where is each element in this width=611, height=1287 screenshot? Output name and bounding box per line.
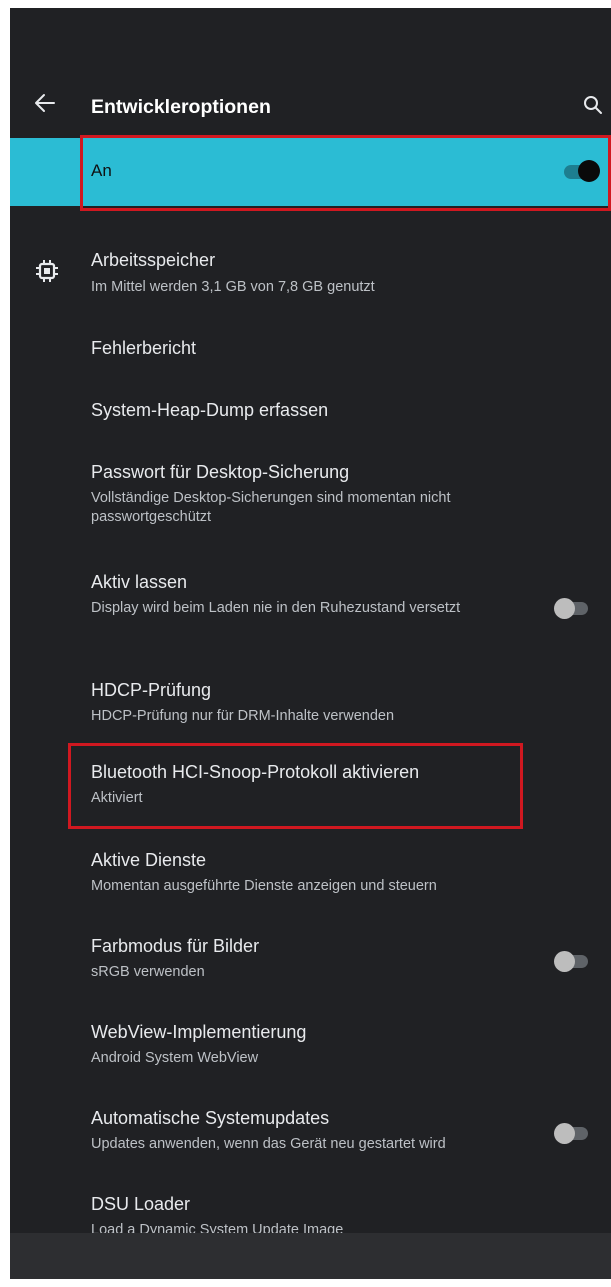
setting-title: Automatische Systemupdates: [91, 1108, 330, 1128]
setting-item-bug-report[interactable]: Fehlerbericht: [10, 326, 611, 376]
setting-item-hdcp[interactable]: HDCP-Prüfung HDCP-Prüfung nur für DRM-In…: [10, 672, 611, 736]
setting-subtitle: Aktiviert: [91, 790, 143, 806]
setting-item-memory[interactable]: Arbeitsspeicher Im Mittel werden 3,1 GB …: [10, 240, 611, 304]
setting-item-bluetooth-hci-snoop[interactable]: Bluetooth HCI-Snoop-Protokoll aktivieren…: [10, 756, 611, 820]
setting-subtitle: Load a Dynamic System Update Image: [91, 1222, 344, 1233]
top-app-bar: Entwickleroptionen: [10, 8, 611, 138]
switch-thumb: [554, 1123, 575, 1144]
setting-item-backup-password[interactable]: Passwort für Desktop-Sicherung Vollständ…: [10, 454, 611, 538]
setting-subtitle: Im Mittel werden 3,1 GB von 7,8 GB genut…: [91, 279, 375, 295]
switch-thumb: [554, 598, 575, 619]
setting-subtitle: Android System WebView: [91, 1050, 259, 1066]
page-title: Entwickleroptionen: [91, 96, 271, 118]
setting-item-webview[interactable]: WebView-Implementierung Android System W…: [10, 1016, 611, 1080]
setting-title: DSU Loader: [91, 1194, 191, 1214]
setting-title: Arbeitsspeicher: [91, 250, 216, 270]
setting-subtitle: Display wird beim Laden nie in den Ruhez…: [91, 600, 461, 616]
setting-title: Aktiv lassen: [91, 572, 188, 592]
setting-title: Aktive Dienste: [91, 850, 207, 870]
switch-thumb: [578, 160, 600, 182]
setting-item-running-services[interactable]: Aktive Dienste Momentan ausgeführte Dien…: [10, 844, 611, 908]
back-button[interactable]: [32, 90, 58, 116]
setting-subtitle: sRGB verwenden: [91, 964, 205, 980]
arrow-left-icon: [35, 94, 55, 112]
setting-item-heap-dump[interactable]: System-Heap-Dump erfassen: [10, 388, 611, 438]
memory-chip-icon: [34, 258, 60, 284]
switch-thumb: [554, 951, 575, 972]
setting-item-picture-color-mode[interactable]: Farbmodus für Bilder sRGB verwenden: [10, 930, 611, 994]
stay-awake-switch[interactable]: [554, 597, 592, 621]
color-mode-switch[interactable]: [554, 950, 592, 974]
search-button[interactable]: [582, 94, 604, 116]
main-toggle-switch[interactable]: [564, 159, 602, 185]
settings-screen: Entwickleroptionen An Arbeitsspeicher Im…: [10, 8, 611, 1279]
setting-title: WebView-Implementierung: [91, 1022, 307, 1042]
setting-item-auto-system-updates[interactable]: Automatische Systemupdates Updates anwen…: [10, 1102, 611, 1166]
setting-subtitle: Updates anwenden, wenn das Gerät neu ges…: [91, 1136, 446, 1152]
auto-updates-switch[interactable]: [554, 1122, 592, 1146]
search-icon: [584, 96, 602, 114]
setting-title: Fehlerbericht: [91, 338, 197, 358]
main-switch-bar[interactable]: An: [10, 138, 611, 206]
setting-title: Bluetooth HCI-Snoop-Protokoll aktivieren: [91, 762, 420, 782]
setting-title: System-Heap-Dump erfassen: [91, 400, 329, 420]
navigation-bar: [10, 1233, 611, 1279]
setting-subtitle: Momentan ausgeführte Dienste anzeigen un…: [91, 878, 437, 894]
setting-subtitle: Vollständige Desktop-Sicherungen sind mo…: [91, 490, 451, 525]
setting-title: Passwort für Desktop-Sicherung: [91, 462, 350, 482]
setting-title: HDCP-Prüfung: [91, 680, 212, 700]
setting-item-dsu-loader[interactable]: DSU Loader Load a Dynamic System Update …: [10, 1188, 611, 1233]
main-switch-label: An: [91, 161, 112, 180]
setting-subtitle: HDCP-Prüfung nur für DRM-Inhalte verwend…: [91, 708, 395, 724]
setting-title: Farbmodus für Bilder: [91, 936, 260, 956]
setting-item-stay-awake[interactable]: Aktiv lassen Display wird beim Laden nie…: [10, 564, 611, 648]
